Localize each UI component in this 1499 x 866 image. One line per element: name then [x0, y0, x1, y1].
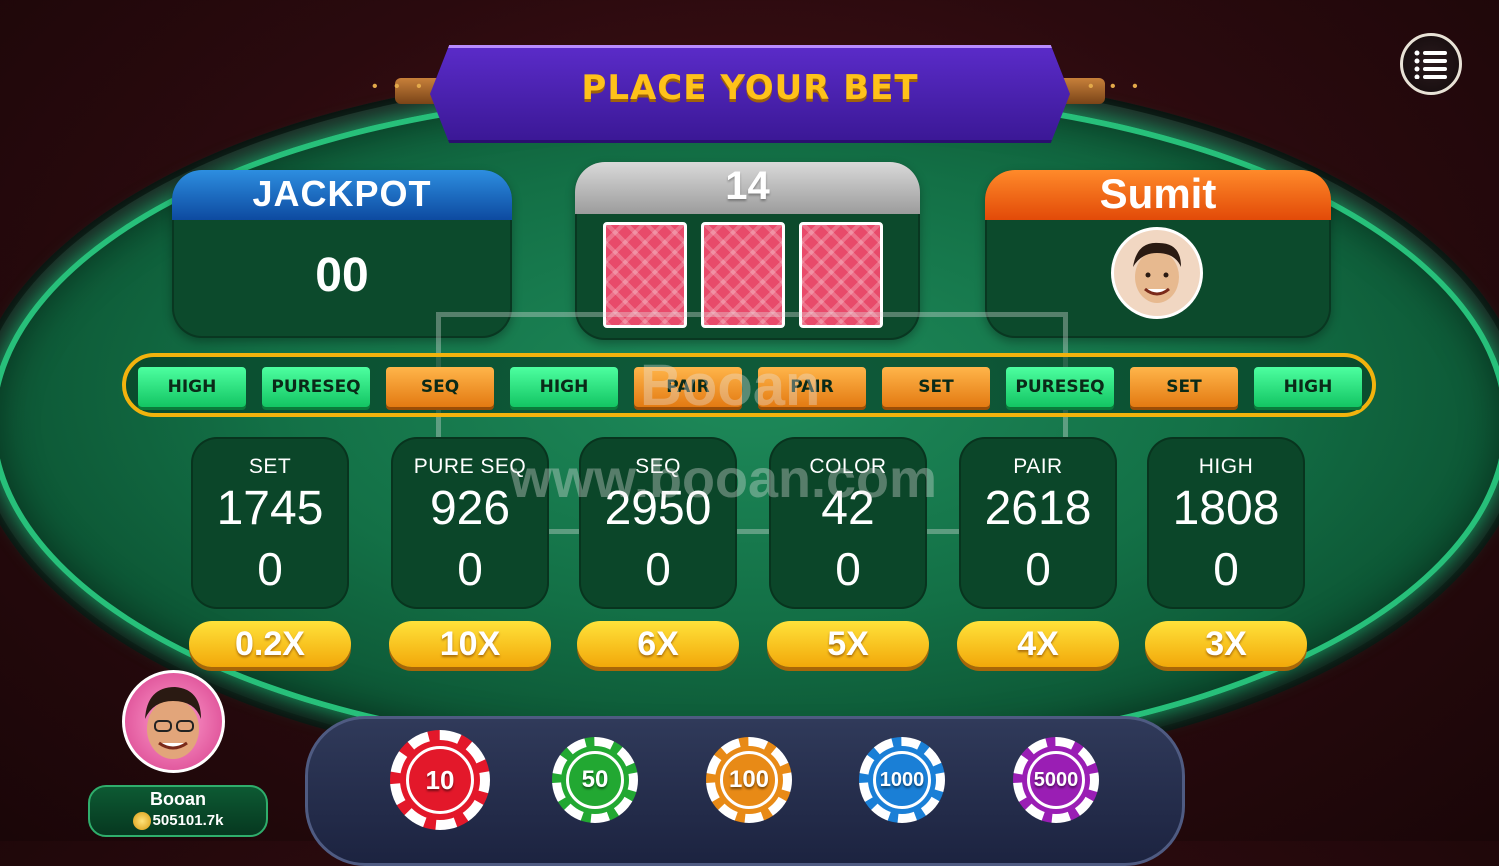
history-item: SEQ: [386, 367, 494, 407]
multiplier-badge: 3X: [1145, 621, 1307, 667]
chip-label: 50: [566, 751, 624, 809]
bet-label: HIGH: [1198, 455, 1254, 478]
bet-label: PAIR: [1013, 455, 1063, 478]
bet-label: SET: [248, 455, 292, 478]
multiplier-badge: 0.2X: [189, 621, 351, 667]
balance-value: 505101.7k: [152, 812, 224, 829]
bet-area-set[interactable]: SET 1745 0: [191, 437, 349, 609]
bet-mine: 0: [1025, 543, 1051, 595]
menu-button[interactable]: [1400, 33, 1462, 95]
watermark-url: www.booan.com: [510, 449, 938, 509]
watermark-text: Booan: [640, 353, 821, 418]
multiplier-badge: 6X: [577, 621, 739, 667]
chip-5000[interactable]: 5000: [1013, 737, 1099, 823]
chip-10[interactable]: 10: [390, 730, 490, 830]
multiplier-badge: 5X: [767, 621, 929, 667]
menu-icon: [1414, 50, 1447, 79]
bet-area-pair[interactable]: PAIR 2618 0: [959, 437, 1117, 609]
history-item: PURESEQ: [1006, 367, 1114, 407]
bet-mine: 0: [257, 543, 283, 595]
bet-mine: 0: [1213, 543, 1239, 595]
user-name: Booan: [150, 789, 206, 809]
bet-mine: 0: [645, 543, 671, 595]
player-name: Sumit: [985, 170, 1331, 220]
history-item: SET: [1130, 367, 1238, 407]
user-avatar[interactable]: [122, 670, 225, 773]
bet-total: 2618: [984, 482, 1092, 535]
chip-label: 100: [720, 751, 778, 809]
bet-mine: 0: [457, 543, 483, 595]
chip-1000[interactable]: 1000: [859, 737, 945, 823]
history-item: PURESEQ: [262, 367, 370, 407]
bet-total: 1745: [216, 482, 324, 535]
jackpot-label: JACKPOT: [172, 170, 512, 220]
banner-dots-left: • • •: [372, 78, 428, 95]
history-item: HIGH: [510, 367, 618, 407]
user-balance: 505101.7k: [90, 812, 266, 831]
chip-label: 1000: [873, 751, 931, 809]
banner-dots-right: • • •: [1088, 78, 1144, 95]
jackpot-value: 00: [315, 249, 369, 302]
player-avatar[interactable]: [1111, 227, 1203, 319]
player-face-icon: [1133, 242, 1181, 303]
multiplier-badge: 10X: [389, 621, 551, 667]
multiplier-badge: 4X: [957, 621, 1119, 667]
chip-label: 5000: [1027, 751, 1085, 809]
history-item: HIGH: [1254, 367, 1362, 407]
round-timer: 14: [575, 162, 920, 214]
chip-100[interactable]: 100: [706, 737, 792, 823]
coin-icon: [132, 812, 151, 831]
bet-mine: 0: [835, 543, 861, 595]
history-item: HIGH: [138, 367, 246, 407]
chip-50[interactable]: 50: [552, 737, 638, 823]
banner-title: PLACE YOUR BET: [581, 68, 919, 108]
bet-total: 1808: [1172, 482, 1280, 535]
bet-area-high[interactable]: HIGH 1808 0: [1147, 437, 1305, 609]
history-item: SET: [882, 367, 990, 407]
user-info: Booan 505101.7k: [88, 785, 268, 837]
user-face-icon: [145, 687, 201, 759]
chip-label: 10: [406, 746, 474, 814]
